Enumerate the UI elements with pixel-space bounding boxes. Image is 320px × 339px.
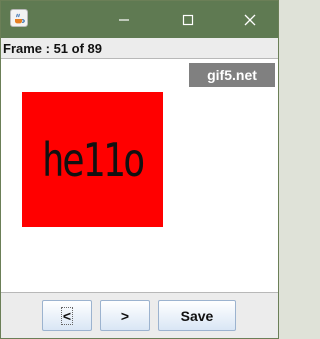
minimize-icon	[119, 18, 129, 21]
next-frame-label: >	[120, 307, 130, 324]
frame-text: he11o	[41, 132, 146, 187]
save-label: Save	[180, 307, 214, 324]
app-window: Frame : 51 of 89 gif5.net he11o < > Save	[0, 0, 279, 339]
maximize-icon	[182, 14, 194, 25]
close-icon	[244, 14, 256, 25]
save-button[interactable]: Save	[158, 300, 236, 331]
maximize-button[interactable]	[165, 1, 211, 38]
gif-preview-area: gif5.net he11o	[1, 58, 278, 293]
minimize-button[interactable]	[101, 1, 147, 38]
title-bar	[1, 1, 278, 38]
previous-frame-button[interactable]: <	[42, 300, 92, 331]
java-cup-icon	[10, 9, 28, 27]
close-button[interactable]	[227, 1, 273, 38]
previous-frame-label: <	[60, 306, 74, 325]
frame-label: Frame : 51 of 89	[3, 41, 102, 56]
bottom-toolbar: < > Save	[1, 294, 278, 338]
frame-image: he11o	[22, 92, 163, 227]
watermark: gif5.net	[189, 63, 275, 87]
next-frame-button[interactable]: >	[100, 300, 150, 331]
content-area: Frame : 51 of 89 gif5.net he11o < > Save	[1, 38, 278, 338]
